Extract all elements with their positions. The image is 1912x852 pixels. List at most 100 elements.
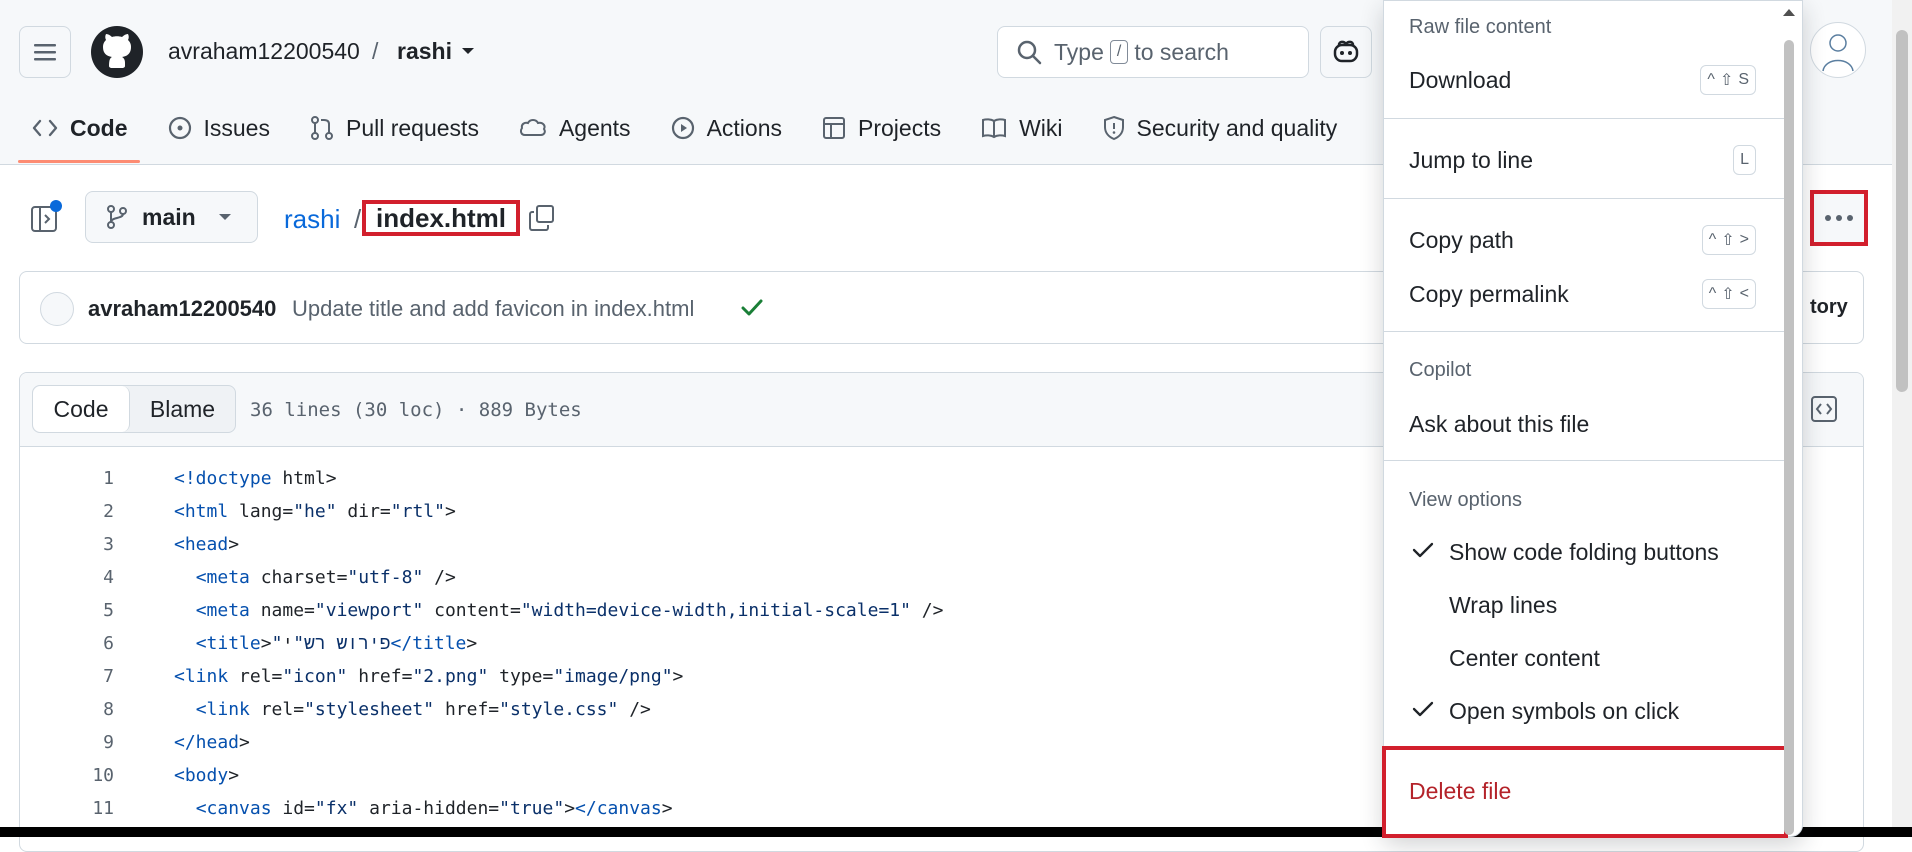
- check-icon: [1412, 542, 1434, 558]
- code-text: <canvas id="fx" aria-hidden="true"></can…: [195, 798, 673, 819]
- check-icon[interactable]: [740, 296, 764, 320]
- breadcrumb-repo-link[interactable]: rashi: [284, 204, 340, 235]
- agent-icon: [519, 117, 547, 139]
- line-number[interactable]: 11: [20, 798, 114, 819]
- menu-group-view-options-title: View options: [1409, 489, 1523, 511]
- menu-item-show-code-folding[interactable]: Show code folding buttons: [1449, 539, 1719, 566]
- menu-divider: [1384, 460, 1784, 461]
- code-text: <link rel="icon" href="2.png" type="imag…: [174, 666, 684, 687]
- code-text: <meta charset="utf-8" />: [195, 567, 456, 588]
- branch-name: main: [142, 203, 196, 230]
- git-pull-request-icon: [310, 115, 334, 141]
- jump-shortcut: L: [1733, 145, 1756, 175]
- scroll-up-arrow-icon[interactable]: [1781, 6, 1797, 18]
- notification-dot: [50, 200, 62, 212]
- symbols-panel-icon[interactable]: [1810, 395, 1838, 423]
- line-number[interactable]: 3: [20, 534, 114, 555]
- menu-divider: [1384, 331, 1784, 332]
- line-number[interactable]: 1: [20, 468, 114, 489]
- code-text: <link rel="stylesheet" href="style.css" …: [195, 699, 651, 720]
- menu-item-ask-about-file[interactable]: Ask about this file: [1409, 411, 1589, 438]
- repo-path-separator: /: [372, 38, 379, 64]
- code-text: <title>"פירוש רש"י </title>: [195, 633, 478, 654]
- hamburger-icon: [34, 44, 56, 61]
- repo-tabs: Code Issues Pull requests Agents Actions…: [32, 108, 1377, 148]
- tab-wiki-label: Wiki: [1019, 114, 1063, 141]
- shortcut-key: ^: [1708, 231, 1717, 248]
- tab-agents-label: Agents: [558, 114, 631, 141]
- menu-item-open-symbols[interactable]: Open symbols on click: [1449, 698, 1679, 725]
- chevron-down-icon[interactable]: [461, 46, 475, 56]
- repo-owner-link[interactable]: avraham12200540: [168, 38, 360, 65]
- line-number[interactable]: 6: [20, 633, 114, 654]
- tab-code-label: Code: [70, 114, 128, 141]
- line-number[interactable]: 9: [20, 732, 114, 753]
- line-number[interactable]: 10: [20, 765, 114, 786]
- line-number[interactable]: 4: [20, 567, 114, 588]
- avatar-illustration-icon: [1822, 34, 1854, 72]
- shortcut-key: L: [1740, 151, 1749, 168]
- line-number[interactable]: 2: [20, 501, 114, 522]
- hamburger-menu-button[interactable]: [19, 26, 71, 78]
- menu-item-download[interactable]: Download: [1409, 67, 1511, 94]
- copilot-icon: [1333, 40, 1359, 63]
- line-number[interactable]: 8: [20, 699, 114, 720]
- tab-pull-requests[interactable]: Pull requests: [310, 115, 479, 142]
- tab-security[interactable]: Security and quality: [1103, 114, 1338, 142]
- user-avatar[interactable]: [1810, 22, 1866, 78]
- page-scrollbar-thumb[interactable]: [1896, 30, 1908, 392]
- tab-issues[interactable]: Issues: [168, 115, 270, 142]
- copilot-button[interactable]: [1320, 26, 1372, 78]
- commit-author-link[interactable]: avraham12200540: [88, 296, 276, 322]
- github-logo-icon[interactable]: [91, 26, 143, 78]
- copy-icon[interactable]: [528, 204, 556, 232]
- search-placeholder-suffix: to search: [1134, 38, 1229, 65]
- menu-scrollbar-thumb[interactable]: [1784, 40, 1794, 835]
- code-view-button[interactable]: Code: [33, 386, 130, 432]
- commit-message-link[interactable]: Update title and add favicon in index.ht…: [292, 296, 694, 322]
- shortcut-key: ^: [1708, 285, 1717, 302]
- tab-wiki[interactable]: Wiki: [981, 114, 1063, 142]
- branch-selector-button[interactable]: main: [85, 191, 258, 243]
- menu-item-wrap-lines[interactable]: Wrap lines: [1449, 592, 1557, 619]
- line-number[interactable]: 7: [20, 666, 114, 687]
- menu-item-jump-to-line[interactable]: Jump to line: [1409, 147, 1533, 174]
- more-options-button[interactable]: [1810, 190, 1868, 246]
- menu-item-delete-file[interactable]: Delete file: [1382, 746, 1788, 838]
- blame-view-button[interactable]: Blame: [130, 386, 235, 432]
- menu-item-copy-permalink[interactable]: Copy permalink: [1409, 281, 1569, 308]
- line-number[interactable]: 5: [20, 600, 114, 621]
- repo-name-link[interactable]: rashi: [397, 38, 452, 65]
- shortcut-key: ^: [1707, 71, 1715, 88]
- git-branch-icon: [107, 205, 127, 229]
- tab-issues-label: Issues: [203, 114, 270, 141]
- tab-code[interactable]: Code: [32, 115, 128, 142]
- code-text: <meta name="viewport" content="width=dev…: [195, 600, 944, 621]
- search-input[interactable]: Type / to search: [997, 26, 1309, 78]
- code-text: <head>: [174, 534, 240, 555]
- check-icon: [1412, 701, 1434, 717]
- breadcrumb-file-name: index.html: [362, 200, 521, 236]
- active-tab-indicator: [18, 160, 140, 163]
- tab-actions-label: Actions: [706, 114, 782, 141]
- book-icon: [981, 117, 1007, 139]
- menu-item-center-content[interactable]: Center content: [1449, 645, 1600, 672]
- tab-actions[interactable]: Actions: [671, 115, 782, 142]
- search-shortcut-key: /: [1109, 40, 1129, 64]
- tab-projects[interactable]: Projects: [822, 115, 941, 142]
- menu-group-copilot-title: Copilot: [1409, 359, 1472, 381]
- shortcut-key: ⇧: [1719, 72, 1734, 89]
- breadcrumb-separator: /: [354, 204, 362, 234]
- menu-item-copy-path[interactable]: Copy path: [1409, 227, 1514, 254]
- tab-security-label: Security and quality: [1136, 114, 1338, 141]
- menu-divider: [1384, 198, 1784, 199]
- tab-agents[interactable]: Agents: [519, 115, 631, 142]
- more-options-menu: Raw file content Download ^ ⇧ S Jump to …: [1382, 0, 1803, 838]
- table-icon: [822, 116, 846, 140]
- commit-author-avatar[interactable]: [40, 292, 74, 326]
- history-button-label[interactable]: tory: [1810, 296, 1848, 319]
- shortcut-key: >: [1739, 231, 1749, 248]
- delete-file-label: Delete file: [1409, 778, 1512, 804]
- code-icon: [32, 118, 58, 138]
- tab-pull-requests-label: Pull requests: [345, 114, 479, 141]
